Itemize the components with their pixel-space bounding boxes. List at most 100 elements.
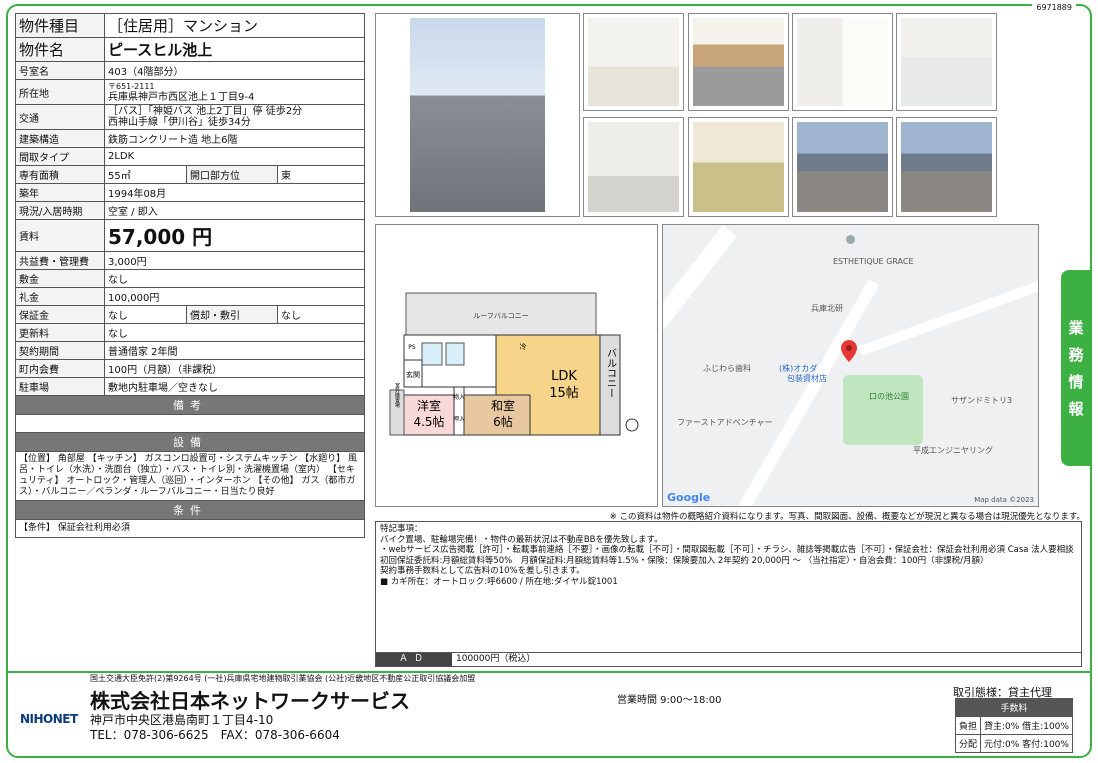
type-value: ［住居用］マンション [104,13,365,38]
western-room-label: 洋室 [417,398,441,413]
map-label-adventure: ファーストアドベンチャー [677,418,773,427]
structure-value: 鉄筋コンクリート造 地上6階 [104,129,365,148]
ldk-size: 15帖 [549,386,579,401]
map-label-engineering: 平成エンジニヤリング [913,446,993,455]
key-money-label: 礼金 [15,287,105,306]
layout-value: 2LDK [104,147,365,166]
side-tab-char-4: 報 [1068,400,1084,418]
burden-value: 貸主:0% 借主:100% [980,716,1073,735]
transit-label: 交通 [15,104,105,130]
fee-header: 手数料 [955,698,1073,717]
contract-label: 契約期間 [15,341,105,360]
conditions-text: 【条件】 保証会社利用必須 [15,519,365,538]
license-text: 国土交通大臣免許(2)第9264号 (一社)兵庫県宅地建物取引業協会 (公社)近… [90,674,476,683]
business-hours: 営業時間 9:00〜18:00 [617,695,722,706]
ad-value: 100000円（税込） [456,654,536,664]
special-notes: 特記事項： バイク置場、駐輪場完備！・物件の最新状況は不動産BBを優先致します。… [375,521,1082,667]
oshiire-label: 押入 [453,415,465,423]
remarks-body [15,414,365,433]
map-label-hyogo: 兵庫北研 [811,304,843,313]
address-cell: 〒651-2111 兵庫県神戸市西区池上１丁目9-4 [104,79,365,105]
direction-label: 開口部方位 [186,165,278,184]
property-spec-table: 物件種目 ［住居用］マンション 物件名 ピースヒル池上 号室名 403（4階部分） 所… [15,13,365,538]
fridge-label: 冷 [520,342,527,351]
contract-value: 普通借家 2年間 [104,341,365,360]
town-fee-value: 100円（月額）（非課税） [104,359,365,378]
burden-label: 負担 [954,716,982,735]
map-label-okada-sub: 包装資材店 [787,374,827,383]
parking-value: 敷地内駐車場／空きなし [104,377,365,396]
rent-value: 57,000 円 [104,219,365,252]
western-room-size: 4.5帖 [413,414,444,429]
special-notes-line4: ■ カギ所在：オートロック:呼6600 / 所在地:ダイヤル錠1001 [380,576,618,587]
business-info-tab[interactable]: 業 務 情 報 [1061,270,1091,466]
remarks-header: 備考 [15,395,365,415]
type-label: 物件種目 [15,13,105,38]
room-photo [583,13,684,111]
ldk-label: LDK [551,369,577,384]
location-pin-icon [841,340,857,362]
property-name: ピースヒル池上 [104,37,365,62]
key-money-value: 100,000円 [104,287,365,306]
map-label-park: 口の池公園 [869,392,909,401]
room-value: 403（4階部分） [104,61,365,80]
ad-row: ＡＤ 100000円（税込） [375,652,1082,667]
map-credit: Map data ©2023 [974,496,1034,504]
map-label-dental: ふじわら歯科 [703,364,751,373]
room-label: 号室名 [15,61,105,80]
built-label: 築年 [15,183,105,202]
map-label-esthetique: ESTHETIQUE GRACE [833,257,914,266]
address-value: 兵庫県神戸市西区池上１丁目9-4 [108,92,255,103]
google-logo: Google [667,491,711,504]
renewal-label: 更新料 [15,323,105,342]
special-notes-line2: ・webサービス広告掲載［許可］・転載事前連絡［不要］・画像の転載［不可］・間取… [380,545,1083,566]
floor-plan: ルーフバルコニー LDK 15帖 バルコニー 和室 6帖 洋室 4.5帖 物入 … [375,224,658,507]
ps-label: PS [408,344,416,351]
special-notes-heading: 特記事項： [380,524,423,534]
equipment-header: 設備 [15,432,365,452]
side-tab-char-3: 情 [1068,373,1084,391]
direction-value: 東 [277,165,365,184]
built-value: 1994年08月 [104,183,365,202]
bathroom-photo [792,13,893,111]
amortization-label: 償却・敷引 [186,305,278,324]
address-label: 所在地 [15,79,105,105]
deposit-label: 敷金 [15,269,105,288]
guarantee-value: なし [104,305,187,324]
japanese-room-size: 6帖 [493,414,513,429]
closet-label: 物入 [453,393,465,401]
status-label: 現況/入居時期 [15,201,105,220]
structure-label: 建築構造 [15,129,105,148]
kitchen-photo [688,13,789,111]
roof-balcony-label: ルーフバルコニー [473,312,528,320]
area-value: 55㎡ [104,165,187,184]
map-pin-icon [846,235,855,244]
special-notes-line1: バイク置場、駐輪場完備！・物件の最新状況は不動産BBを優先致します。 [380,534,663,545]
conditions-header: 条件 [15,500,365,520]
guarantee-label: 保証金 [15,305,105,324]
transit-bus: ［バス］「神姫バス 池上2丁目」停 徒歩2分 [108,106,303,117]
japanese-room-label: 和室 [491,398,515,413]
side-tab-char-2: 務 [1068,346,1084,364]
transit-cell: ［バス］「神姫バス 池上2丁目」停 徒歩2分 西神山手線「伊川谷」徒歩34分 [104,104,365,130]
status-value: 空室 / 即入 [104,201,365,220]
mgmt-value: 3,000円 [104,251,365,270]
equipment-text: 【位置】 角部屋 【キッチン】 ガスコンロ設置可・システムキッチン 【水廻り】 … [15,451,365,501]
balcony-label: バルコニー [605,348,617,398]
postal-code: 〒651-2111 [108,82,155,91]
location-map[interactable]: ESTHETIQUE GRACE 兵庫北研 (株)オカダ 包装資材店 ふじわら歯… [662,224,1039,507]
roof-balcony-photo-2 [896,117,997,217]
entrance-label: 玄関 [406,370,420,379]
parking-label: 駐車場 [15,377,105,396]
split-value: 元付:0% 客付:100% [980,734,1073,753]
fee-table: 手数料 負担 貸主:0% 借主:100% 分配 元付:0% 客付:100% [954,698,1073,753]
area-label: 専有面積 [15,165,105,184]
town-fee-label: 町内会費 [15,359,105,378]
renewal-value: なし [104,323,365,342]
rent-label: 賃料 [15,219,105,252]
mgmt-label: 共益費・管理費 [15,251,105,270]
washroom-photo [896,13,997,111]
tatami-room-photo [688,117,789,217]
layout-label: 間取タイプ [15,147,105,166]
special-notes-line3: 契約事務手数料として広告料の10%を差し引きます。 [380,566,585,576]
